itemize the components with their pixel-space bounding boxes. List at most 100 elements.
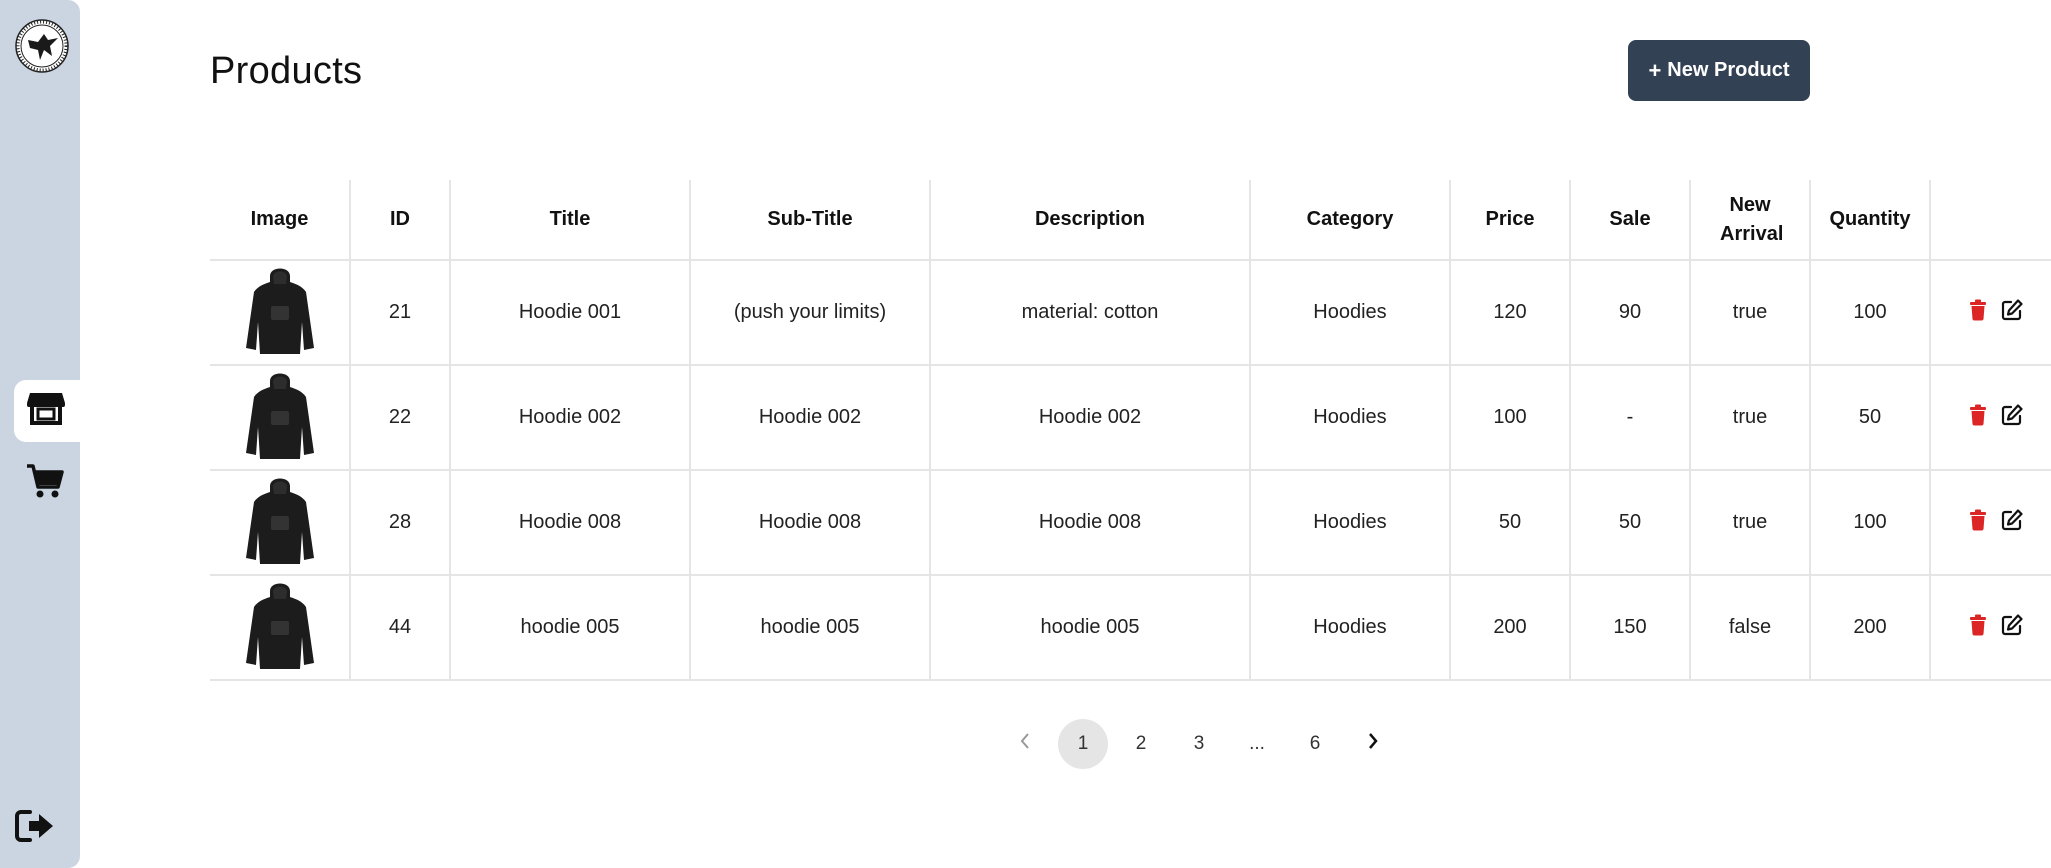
- description-cell: Hoodie 008: [930, 470, 1251, 576]
- table-row: 21 Hoodie 001 (push your limits) material: …: [210, 260, 2051, 366]
- subtitle-cell: hoodie 005: [690, 575, 931, 681]
- subtitle-cell: Hoodie 008: [690, 470, 931, 576]
- page-button[interactable]: 3: [1174, 719, 1224, 769]
- edit-button[interactable]: [2001, 298, 2023, 327]
- brand-logo[interactable]: [14, 18, 70, 74]
- edit-button[interactable]: [2001, 613, 2023, 642]
- column-header-actions: [1930, 180, 2051, 261]
- product-image: [244, 577, 316, 679]
- product-image: [244, 262, 316, 364]
- column-header-quantity: Quantity: [1810, 180, 1931, 261]
- actions-cell: [1930, 260, 2051, 366]
- logout-icon: [14, 810, 56, 848]
- edit-icon: [2001, 613, 2023, 642]
- title-cell: Hoodie 008: [450, 470, 691, 576]
- table-row: 22 Hoodie 002 Hoodie 002 Hoodie 002 Hoodies 1…: [210, 365, 2051, 471]
- logout-button[interactable]: [14, 808, 56, 848]
- table-header-row: Image ID Title Sub-Title Description Cat…: [210, 180, 2051, 261]
- cart-icon: [26, 463, 64, 504]
- price-cell: 200: [1450, 575, 1571, 681]
- page-button[interactable]: 6: [1290, 719, 1340, 769]
- table-row: 28 Hoodie 008 Hoodie 008 Hoodie 008 Hoodies 5…: [210, 470, 2051, 576]
- price-cell: 50: [1450, 470, 1571, 576]
- sale-cell: 150: [1570, 575, 1691, 681]
- id-cell: 22: [350, 365, 451, 471]
- edit-button[interactable]: [2001, 508, 2023, 537]
- sale-cell: 90: [1570, 260, 1691, 366]
- column-header-id: ID: [350, 180, 451, 261]
- page-title: Products: [210, 50, 363, 92]
- column-header-subtitle: Sub-Title: [690, 180, 931, 261]
- column-header-new-arrival: New Arrival: [1690, 180, 1811, 261]
- delete-button[interactable]: [1969, 404, 1987, 432]
- image-cell: [210, 575, 351, 681]
- trash-icon: [1969, 404, 1987, 432]
- edit-icon: [2001, 508, 2023, 537]
- column-header-category: Category: [1250, 180, 1451, 261]
- price-cell: 100: [1450, 365, 1571, 471]
- trash-icon: [1969, 299, 1987, 327]
- product-image: [244, 472, 316, 574]
- subtitle-cell: (push your limits): [690, 260, 931, 366]
- price-cell: 120: [1450, 260, 1571, 366]
- store-icon: [26, 391, 66, 432]
- quantity-cell: 50: [1810, 365, 1931, 471]
- new-product-button[interactable]: + New Product: [1628, 40, 1810, 101]
- description-cell: material: cotton: [930, 260, 1251, 366]
- new-arrival-cell: false: [1690, 575, 1811, 681]
- new-arrival-cell: true: [1690, 260, 1811, 366]
- next-page-button[interactable]: [1348, 719, 1398, 769]
- category-cell: Hoodies: [1250, 575, 1451, 681]
- column-header-price: Price: [1450, 180, 1571, 261]
- sidebar-item-orders[interactable]: [14, 452, 80, 514]
- description-cell: Hoodie 002: [930, 365, 1251, 471]
- sidebar-item-products[interactable]: [14, 380, 80, 442]
- delete-button[interactable]: [1969, 299, 1987, 327]
- subtitle-cell: Hoodie 002: [690, 365, 931, 471]
- quantity-cell: 100: [1810, 260, 1931, 366]
- trash-icon: [1969, 614, 1987, 642]
- image-cell: [210, 365, 351, 471]
- column-header-title: Title: [450, 180, 691, 261]
- category-cell: Hoodies: [1250, 260, 1451, 366]
- quantity-cell: 100: [1810, 470, 1931, 576]
- new-arrival-header-label: New Arrival: [1720, 193, 1784, 245]
- edit-icon: [2001, 403, 2023, 432]
- quantity-cell: 200: [1810, 575, 1931, 681]
- edit-icon: [2001, 298, 2023, 327]
- actions-cell: [1930, 575, 2051, 681]
- delete-button[interactable]: [1969, 614, 1987, 642]
- products-table: Image ID Title Sub-Title Description Cat…: [210, 180, 2051, 681]
- actions-cell: [1930, 365, 2051, 471]
- category-cell: Hoodies: [1250, 470, 1451, 576]
- page-button[interactable]: 1: [1058, 719, 1108, 769]
- edit-button[interactable]: [2001, 403, 2023, 432]
- title-cell: Hoodie 001: [450, 260, 691, 366]
- new-arrival-cell: true: [1690, 470, 1811, 576]
- title-cell: Hoodie 002: [450, 365, 691, 471]
- new-arrival-cell: true: [1690, 365, 1811, 471]
- page-ellipsis: ...: [1249, 733, 1265, 754]
- id-cell: 28: [350, 470, 451, 576]
- page-button[interactable]: 2: [1116, 719, 1166, 769]
- previous-page-button[interactable]: [1000, 719, 1050, 769]
- trash-icon: [1969, 509, 1987, 537]
- sidebar: [0, 0, 80, 868]
- image-cell: [210, 260, 351, 366]
- id-cell: 44: [350, 575, 451, 681]
- category-cell: Hoodies: [1250, 365, 1451, 471]
- product-image: [244, 367, 316, 469]
- title-cell: hoodie 005: [450, 575, 691, 681]
- sale-cell: 50: [1570, 470, 1691, 576]
- column-header-image: Image: [210, 180, 351, 261]
- image-cell: [210, 470, 351, 576]
- sale-cell: -: [1570, 365, 1691, 471]
- chevron-right-icon: [1367, 732, 1379, 756]
- table-row: 44 hoodie 005 hoodie 005 hoodie 005 Hoodies 2…: [210, 575, 2051, 681]
- column-header-sale: Sale: [1570, 180, 1691, 261]
- actions-cell: [1930, 470, 2051, 576]
- delete-button[interactable]: [1969, 509, 1987, 537]
- chevron-left-icon: [1019, 732, 1031, 756]
- plus-icon: +: [1648, 57, 1662, 83]
- pagination: 1 2 3 ... 6: [1000, 718, 1406, 770]
